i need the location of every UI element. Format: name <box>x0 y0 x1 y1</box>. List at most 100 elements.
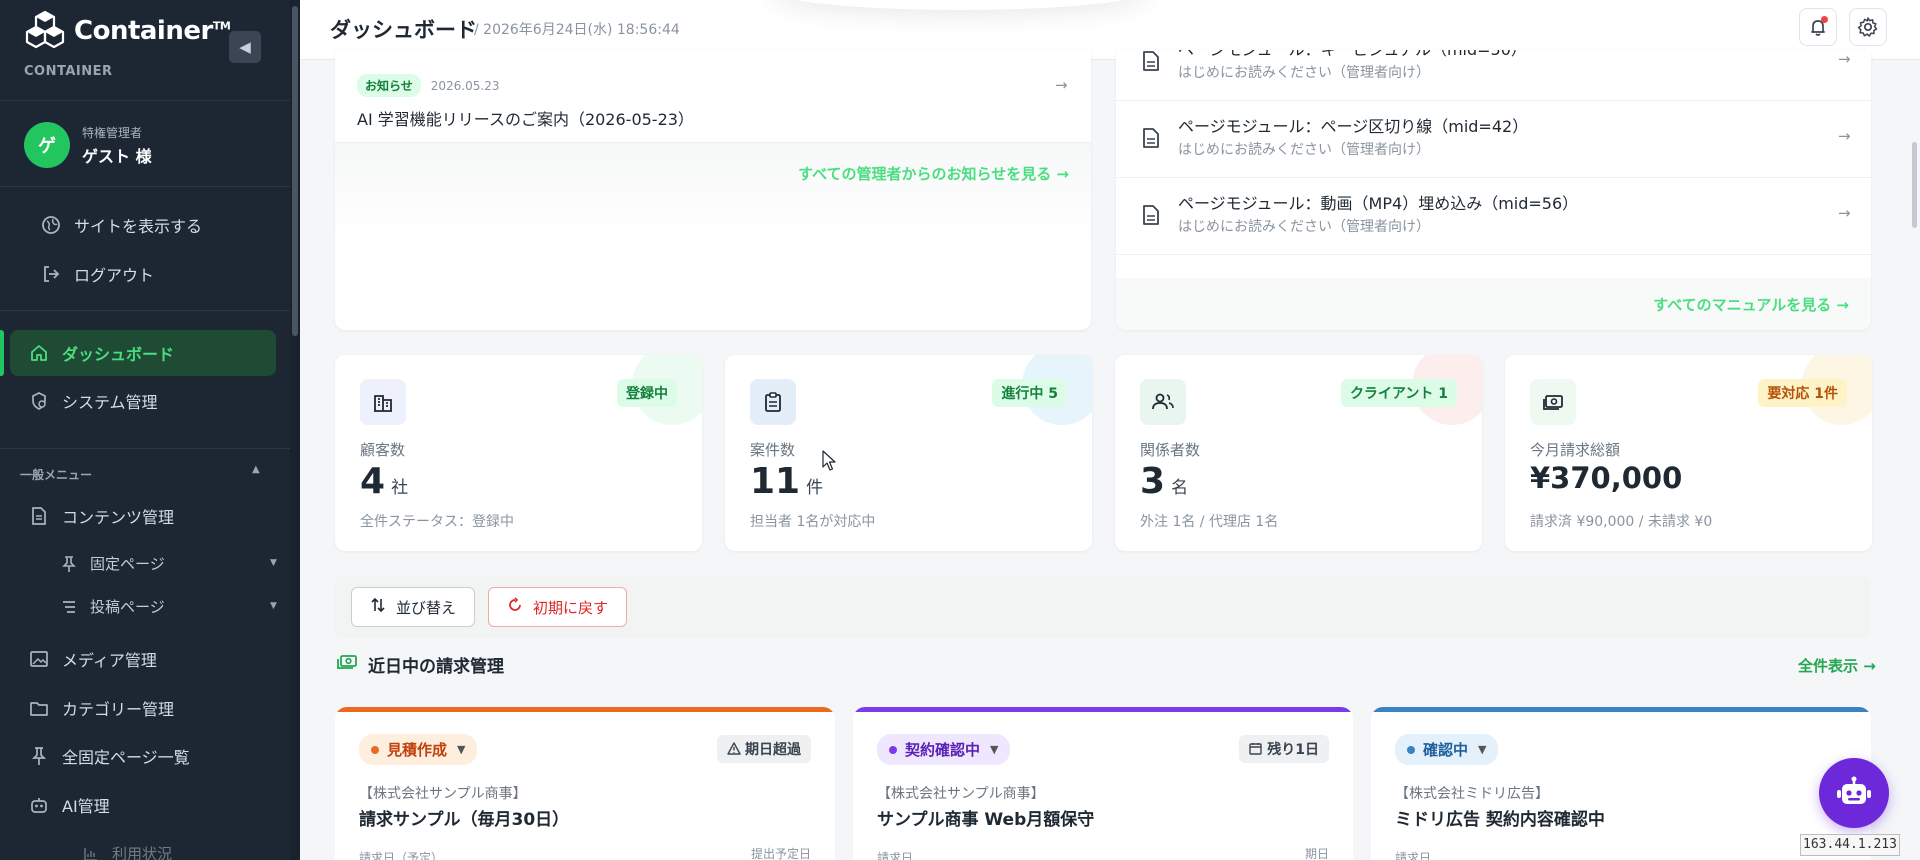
stat-label: 今月請求総額 <box>1530 441 1621 459</box>
status-dropdown[interactable]: 見積作成 ▼ <box>359 734 478 765</box>
stat-unit: 件 <box>806 478 824 498</box>
sidebar-divider <box>0 448 290 449</box>
stat-badge: 登録中 <box>617 379 677 407</box>
sidebar-subitem-label: 固定ページ <box>90 555 165 573</box>
image-icon <box>28 648 50 670</box>
sidebar-item-category[interactable]: カテゴリー管理 <box>28 696 174 720</box>
sidebar-item-view-site[interactable]: サイトを表示する <box>40 213 202 237</box>
chevron-down-icon[interactable]: ▼ <box>270 601 277 611</box>
arrow-right-icon[interactable]: → <box>1055 76 1068 94</box>
manual-subtitle: はじめにお読みください（管理者向け） <box>1178 142 1430 158</box>
news-title[interactable]: AI 学習機能リリースのご案内（2026-05-23） <box>357 106 694 130</box>
document-icon <box>28 505 50 527</box>
sidebar-subitem-fixed-pages[interactable]: 固定ページ <box>60 553 165 574</box>
folder-icon <box>28 697 50 719</box>
stat-card-stakeholders[interactable]: クライアント 1 関係者数 3名 外注 1名 / 代理店 1名 <box>1115 355 1482 551</box>
status-dot <box>889 745 897 754</box>
sidebar-subitem-usage[interactable]: 利用状況 <box>82 843 172 860</box>
stat-label: 関係者数 <box>1140 441 1201 459</box>
stat-unit: 社 <box>391 478 409 498</box>
notification-button[interactable] <box>1799 8 1837 46</box>
status-dropdown[interactable]: 契約確認中 ▼ <box>877 734 1011 765</box>
manual-item[interactable]: ページモジュール：動画（MP4）埋め込み（mid=56） はじめにお読みください… <box>1116 178 1871 255</box>
user-profile[interactable]: ゲ 特権管理者 ゲスト 様 <box>24 122 152 168</box>
sidebar-item-content[interactable]: コンテンツ管理 <box>28 504 174 528</box>
brand[interactable]: ContainerTM <box>24 10 231 52</box>
invoice-meta-left: 請求日 <box>877 851 914 860</box>
chevron-down-icon[interactable]: ▼ <box>270 558 277 568</box>
news-date: 2026.05.23 <box>430 78 500 93</box>
refresh-icon <box>507 597 523 617</box>
sort-button[interactable]: 並び替え <box>351 587 476 627</box>
sidebar-subitem-label: 投稿ページ <box>90 598 165 616</box>
stat-card-projects[interactable]: 進行中 5 案件数 11 件 担当者 1名が対応中 <box>725 355 1092 551</box>
ip-address-badge: 163.44.1.213 <box>1800 834 1900 856</box>
document-icon <box>1143 205 1159 225</box>
invoice-company: 【株式会社ミドリ広告】 <box>1395 786 1549 802</box>
sidebar-active-indicator <box>0 330 4 376</box>
invoice-title: 請求サンプル（毎月30日） <box>359 810 570 830</box>
manual-subtitle: はじめにお読みください（管理者向け） <box>1178 65 1430 81</box>
stat-label: 案件数 <box>750 441 796 459</box>
sidebar-item-logout[interactable]: ログアウト <box>40 262 154 286</box>
sidebar-item-all-fixed-pages[interactable]: 全固定ページ一覧 <box>28 744 190 768</box>
status-label: 見積作成 <box>387 741 448 759</box>
news-item[interactable]: お知らせ 2026.05.23 <box>357 74 499 97</box>
manual-item[interactable]: ページモジュール：キービジュアル（mid=50） はじめにお読みください（管理者… <box>1116 50 1871 101</box>
stat-value: 11 件 <box>750 461 824 502</box>
chevron-down-icon: ▼ <box>1478 743 1487 756</box>
invoice-title: サンプル商事 Web月額保守 <box>877 810 1095 830</box>
ai-assistant-button[interactable] <box>1819 758 1889 828</box>
invoice-card[interactable]: 見積作成 ▼ 期日超過 【株式会社サンプル商事】 請求サンプル（毎月30日） 請… <box>335 707 835 860</box>
see-all-manuals-link[interactable]: すべてのマニュアルを見る → <box>1653 294 1849 315</box>
manual-title: ページモジュール：キービジュアル（mid=50） <box>1178 50 1527 60</box>
people-icon <box>1140 379 1186 425</box>
invoice-card[interactable]: 契約確認中 ▼ 残り1日 【株式会社サンプル商事】 サンプル商事 Web月額保守… <box>853 707 1353 860</box>
billing-section-title: 近日中の請求管理 <box>336 652 504 677</box>
home-icon <box>28 342 50 364</box>
sidebar-scrollbar[interactable] <box>290 0 300 860</box>
stat-badge: 要対応 1件 <box>1758 379 1847 407</box>
reset-button[interactable]: 初期に戻す <box>488 587 628 627</box>
main-scrollbar[interactable] <box>1908 60 1920 860</box>
user-role: 特権管理者 <box>82 125 143 140</box>
sidebar-subitem-posts[interactable]: 投稿ページ <box>60 596 165 617</box>
status-dropdown[interactable]: 確認中 ▼ <box>1395 734 1499 765</box>
invoice-status-bar <box>853 707 1353 712</box>
sidebar-item-dashboard[interactable]: ダッシュボード <box>28 341 174 365</box>
layout-toolbar: 並び替え 初期に戻す <box>335 576 1871 638</box>
user-name: ゲスト 様 <box>82 146 152 166</box>
sidebar-item-label: ログアウト <box>74 266 155 285</box>
sort-button-label: 並び替え <box>396 598 457 617</box>
stat-card-customers[interactable]: 登録中 顧客数 4社 全件ステータス：登録中 <box>335 355 702 551</box>
stat-card-billing-total[interactable]: 要対応 1件 今月請求総額 ¥370,000 請求済 ¥90,000 / 未請求… <box>1505 355 1872 551</box>
manuals-card: ページモジュール：キービジュアル（mid=50） はじめにお読みください（管理者… <box>1116 50 1871 330</box>
status-dot <box>1407 745 1415 754</box>
main-scrollbar-thumb[interactable] <box>1912 142 1917 228</box>
sidebar-divider <box>0 186 290 187</box>
sidebar: ContainerTM CONTAINER ◀ ゲ 特権管理者 ゲスト 様 サイ… <box>0 0 300 860</box>
stat-value: 4社 <box>360 461 409 502</box>
robot-icon <box>28 794 50 816</box>
invoice-status-bar <box>335 707 835 712</box>
sidebar-item-media[interactable]: メディア管理 <box>28 647 157 671</box>
sidebar-scrollbar-thumb[interactable] <box>292 6 298 336</box>
pin-icon <box>28 745 50 767</box>
news-footer: すべての管理者からのお知らせを見る → <box>335 142 1091 242</box>
sidebar-item-label: AI管理 <box>62 797 110 816</box>
sidebar-item-ai[interactable]: AI管理 <box>28 793 110 817</box>
brand-name: ContainerTM <box>74 16 231 46</box>
billing-show-all-link[interactable]: 全件表示 → <box>1798 655 1876 676</box>
stat-value: 3名 <box>1140 461 1189 502</box>
warning-icon <box>727 742 741 755</box>
invoice-card[interactable]: 確認中 ▼ 【株式会社ミドリ広告】 ミドリ広告 契約内容確認中 請求日 <box>1371 707 1871 860</box>
arrow-right-icon: → <box>1838 204 1851 222</box>
settings-button[interactable] <box>1849 8 1887 46</box>
stat-subtext: 外注 1名 / 代理店 1名 <box>1140 514 1279 530</box>
sidebar-collapse-button[interactable]: ◀ <box>229 31 261 63</box>
see-all-news-link[interactable]: すべての管理者からのお知らせを見る → <box>798 163 1069 184</box>
sidebar-item-system[interactable]: システム管理 <box>28 389 158 413</box>
section-collapse-icon[interactable]: ▲ <box>252 464 260 475</box>
reset-button-label: 初期に戻す <box>533 598 609 617</box>
manual-item[interactable]: ページモジュール：ページ区切り線（mid=42） はじめにお読みください（管理者… <box>1116 101 1871 178</box>
